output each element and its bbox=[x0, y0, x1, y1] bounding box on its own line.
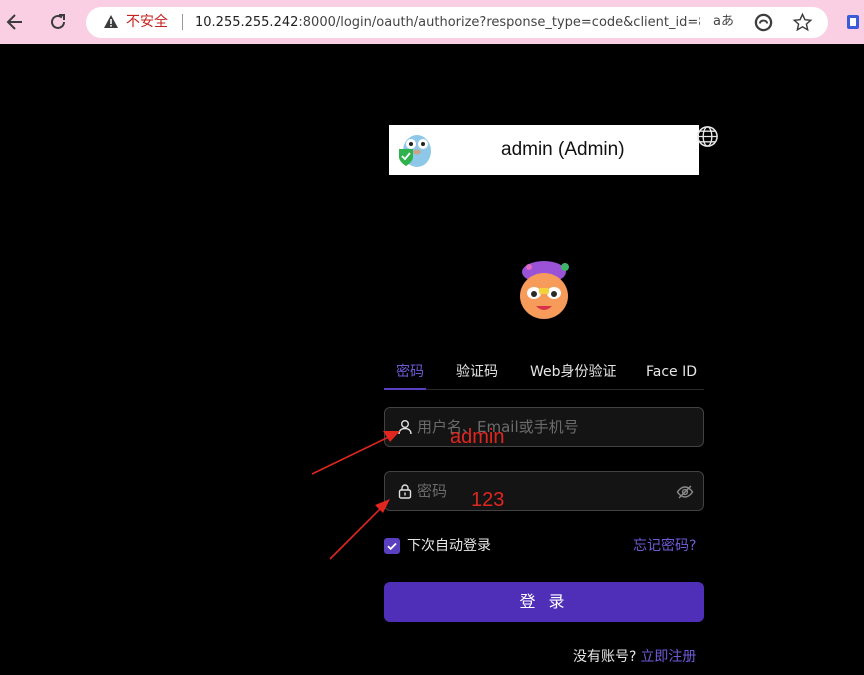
translate-icon[interactable]: aあ bbox=[713, 13, 734, 31]
annotation-password-hint: 123 bbox=[471, 489, 505, 511]
signup-row: 没有账号? 立即注册 bbox=[573, 648, 696, 666]
account-banner: admin (Admin) bbox=[389, 125, 699, 175]
active-tab-indicator bbox=[384, 388, 426, 390]
url-text[interactable]: 10.255.255.242:8000/login/oauth/authoriz… bbox=[195, 14, 700, 31]
tab-password[interactable]: 密码 bbox=[396, 363, 424, 381]
reload-icon[interactable] bbox=[47, 11, 69, 33]
url-host: 10.255.255.242 bbox=[195, 15, 299, 30]
forgot-password-link[interactable]: 忘记密码? bbox=[633, 537, 696, 555]
back-arrow-icon[interactable] bbox=[4, 11, 26, 33]
star-icon[interactable] bbox=[792, 12, 813, 33]
tabs-divider bbox=[384, 389, 704, 390]
tab-verification-code[interactable]: 验证码 bbox=[456, 363, 498, 381]
tab-webauthn[interactable]: Web身份验证 bbox=[530, 363, 617, 381]
edge-icon[interactable] bbox=[754, 13, 773, 32]
annotation-username-hint: admin bbox=[450, 426, 505, 448]
password-placeholder: 密码 bbox=[417, 482, 448, 500]
browser-toolbar: 不安全 10.255.255.242:8000/login/oauth/auth… bbox=[0, 0, 864, 44]
password-input[interactable]: 密码 bbox=[384, 471, 704, 511]
login-button[interactable]: 登 录 bbox=[384, 582, 704, 622]
account-name: admin (Admin) bbox=[501, 139, 625, 160]
extension-icon[interactable] bbox=[846, 14, 860, 30]
signup-link[interactable]: 立即注册 bbox=[640, 649, 696, 665]
eye-off-icon[interactable] bbox=[676, 483, 694, 501]
warning-icon[interactable] bbox=[103, 14, 119, 30]
security-status-label[interactable]: 不安全 bbox=[126, 13, 168, 31]
checkmark-icon bbox=[387, 542, 397, 551]
lock-icon bbox=[398, 484, 412, 499]
tab-face-id[interactable]: Face ID bbox=[646, 363, 697, 381]
annotation-arrows bbox=[311, 431, 400, 560]
mascot-logo-icon bbox=[520, 261, 569, 319]
username-input[interactable]: 用户名、Email或手机号 bbox=[384, 407, 704, 447]
gopher-logo-icon bbox=[399, 135, 431, 167]
remember-label[interactable]: 下次自动登录 bbox=[407, 537, 491, 555]
remember-checkbox[interactable] bbox=[384, 538, 400, 554]
address-divider bbox=[182, 14, 183, 30]
url-path: :8000/login/oauth/authorize?response_typ… bbox=[298, 15, 700, 30]
address-bar[interactable]: 不安全 10.255.255.242:8000/login/oauth/auth… bbox=[86, 7, 828, 38]
globe-icon[interactable] bbox=[696, 125, 719, 148]
signup-prompt: 没有账号? bbox=[573, 649, 637, 665]
user-icon bbox=[398, 420, 412, 435]
